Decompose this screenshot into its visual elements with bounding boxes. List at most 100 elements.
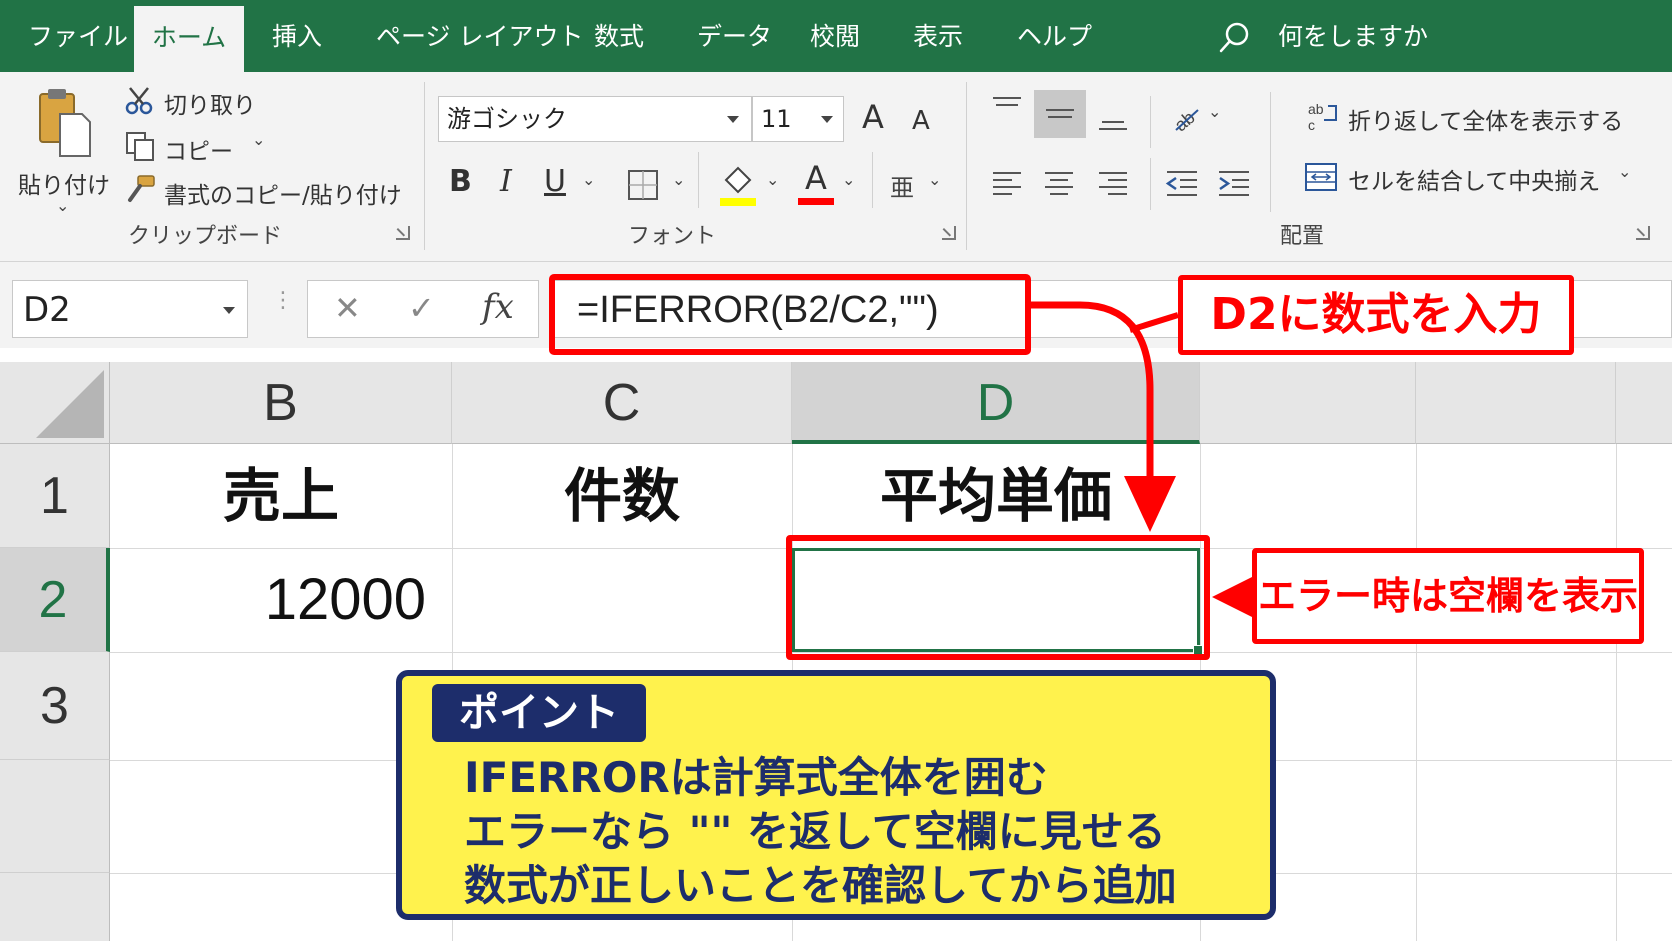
confirm-entry-button[interactable]: ✓ [408, 289, 435, 327]
wrap-text-icon: ab c [1308, 101, 1337, 133]
format-painter-icon [128, 175, 155, 202]
underline-button[interactable]: U [544, 164, 566, 199]
row-header-3[interactable]: 3 [0, 652, 110, 760]
orientation-dropdown-icon[interactable]: ⌄ [1208, 102, 1221, 121]
font-color-button[interactable]: A [796, 158, 836, 205]
italic-button[interactable]: I [500, 164, 512, 199]
align-middle-button[interactable] [1034, 90, 1086, 138]
column-header-g[interactable] [1616, 362, 1672, 444]
borders-dropdown-icon[interactable]: ⌄ [672, 170, 685, 189]
bold-button[interactable]: B [449, 164, 472, 199]
font-color-swatch [798, 198, 834, 205]
cell-d1[interactable]: 平均単価 [792, 444, 1200, 548]
column-header-d[interactable]: D [792, 362, 1200, 444]
font-dialog-launcher-icon[interactable] [942, 226, 956, 240]
divider [872, 152, 873, 208]
column-header-c[interactable]: C [452, 362, 792, 444]
phonetic-guide-button[interactable]: 亜 [890, 168, 914, 203]
tell-me-search[interactable]: 何をしますか [1278, 0, 1428, 72]
divider [1150, 96, 1151, 148]
formula-buttons: ✕ ✓ fx [307, 280, 539, 338]
divider [698, 152, 699, 208]
tab-formulas[interactable]: 数式 [594, 0, 644, 72]
cell-c2[interactable] [452, 548, 792, 652]
copy-button[interactable]: コピー [164, 132, 233, 166]
shrink-font-button[interactable]: A [912, 106, 930, 136]
input-callout: D2に数式を入力 [1178, 275, 1574, 355]
formula-bar-grip-icon: ⋮ [272, 288, 294, 313]
align-bottom-icon[interactable] [1096, 106, 1130, 134]
increase-indent-icon[interactable] [1216, 168, 1252, 198]
align-top-icon[interactable] [990, 94, 1024, 122]
row-header-5[interactable] [0, 873, 110, 941]
orientation-icon[interactable]: ab [1168, 100, 1202, 134]
row-header-4[interactable] [0, 760, 110, 873]
group-divider [966, 82, 967, 250]
font-size-select[interactable]: 11 [752, 96, 844, 142]
search-icon[interactable] [1218, 20, 1252, 54]
row-header-1[interactable]: 1 [0, 444, 110, 548]
cell-b1[interactable]: 売上 [110, 444, 452, 548]
tab-data[interactable]: データ [697, 0, 772, 72]
d2-highlight-box [786, 535, 1210, 660]
font-group-label: フォント [628, 224, 717, 249]
borders-icon[interactable] [626, 168, 660, 202]
divider [1270, 92, 1271, 212]
align-right-icon[interactable] [1096, 168, 1130, 198]
ribbon-tab-bar: ファイル ホーム 挿入 ページ レイアウト 数式 データ 校閲 表示 ヘルプ 何… [0, 0, 1672, 72]
paste-button[interactable]: 貼り付け ⌄ [18, 86, 110, 236]
clipboard-dialog-launcher-icon[interactable] [396, 226, 410, 240]
gridline [1616, 444, 1617, 941]
column-header-b[interactable]: B [110, 362, 452, 444]
cell-b2[interactable]: 12000 [110, 548, 426, 652]
column-header-e[interactable] [1200, 362, 1416, 444]
cut-button[interactable]: 切り取り [164, 86, 256, 120]
point-line-3: 数式が正しいことを確認してから追加 [464, 861, 1177, 910]
select-all-triangle-icon [36, 370, 104, 438]
formula-highlight-box [549, 274, 1031, 355]
tab-review[interactable]: 校閲 [810, 0, 860, 72]
name-box[interactable]: D2 [12, 280, 248, 338]
format-painter-button[interactable]: 書式のコピー/貼り付け [164, 176, 402, 210]
name-box-value: D2 [23, 290, 71, 330]
tab-insert[interactable]: 挿入 [272, 0, 322, 72]
phonetic-dropdown-icon[interactable]: ⌄ [928, 170, 941, 189]
tab-file[interactable]: ファイル [28, 0, 128, 72]
fill-color-icon[interactable] [718, 162, 758, 206]
tab-help[interactable]: ヘルプ [1017, 0, 1092, 72]
tab-home[interactable]: ホーム [134, 6, 244, 72]
copy-icon [126, 132, 154, 161]
clipboard-group-label: クリップボード [128, 224, 283, 249]
alignment-dialog-launcher-icon[interactable] [1636, 226, 1650, 240]
svg-text:ab: ab [1171, 107, 1199, 134]
underline-dropdown-icon[interactable]: ⌄ [582, 170, 595, 189]
scissors-icon [125, 87, 153, 115]
grow-font-button[interactable]: A [862, 98, 884, 136]
decrease-indent-icon[interactable] [1164, 168, 1200, 198]
font-color-dropdown-icon[interactable]: ⌄ [842, 170, 855, 189]
column-header-f[interactable] [1416, 362, 1616, 444]
chevron-down-icon [223, 307, 235, 314]
merge-center-button[interactable]: セルを結合して中央揃え [1348, 162, 1600, 196]
align-center-icon[interactable] [1042, 168, 1076, 198]
align-middle-icon [1046, 109, 1074, 118]
svg-text:ab: ab [1308, 101, 1324, 117]
cell-c1[interactable]: 件数 [452, 444, 792, 548]
insert-function-button[interactable]: fx [482, 287, 514, 327]
copy-dropdown-icon[interactable]: ⌄ [252, 130, 265, 149]
tab-page-layout[interactable]: ページ レイアウト [376, 0, 583, 72]
wrap-text-button[interactable]: 折り返して全体を表示する [1348, 102, 1623, 136]
align-left-icon[interactable] [990, 168, 1024, 198]
tab-view[interactable]: 表示 [913, 0, 963, 72]
fill-color-dropdown-icon[interactable]: ⌄ [766, 170, 779, 189]
font-name-select[interactable]: 游ゴシック [438, 96, 752, 142]
select-all-button[interactable] [0, 362, 110, 444]
alignment-group-label: 配置 [1280, 224, 1325, 249]
chevron-down-icon [821, 116, 833, 123]
cancel-entry-button[interactable]: ✕ [334, 289, 361, 327]
point-tag: ポイント [432, 684, 646, 742]
merge-dropdown-icon[interactable]: ⌄ [1618, 162, 1631, 181]
paste-icon [39, 89, 91, 157]
svg-text:c: c [1308, 117, 1315, 133]
row-header-2[interactable]: 2 [0, 548, 110, 652]
